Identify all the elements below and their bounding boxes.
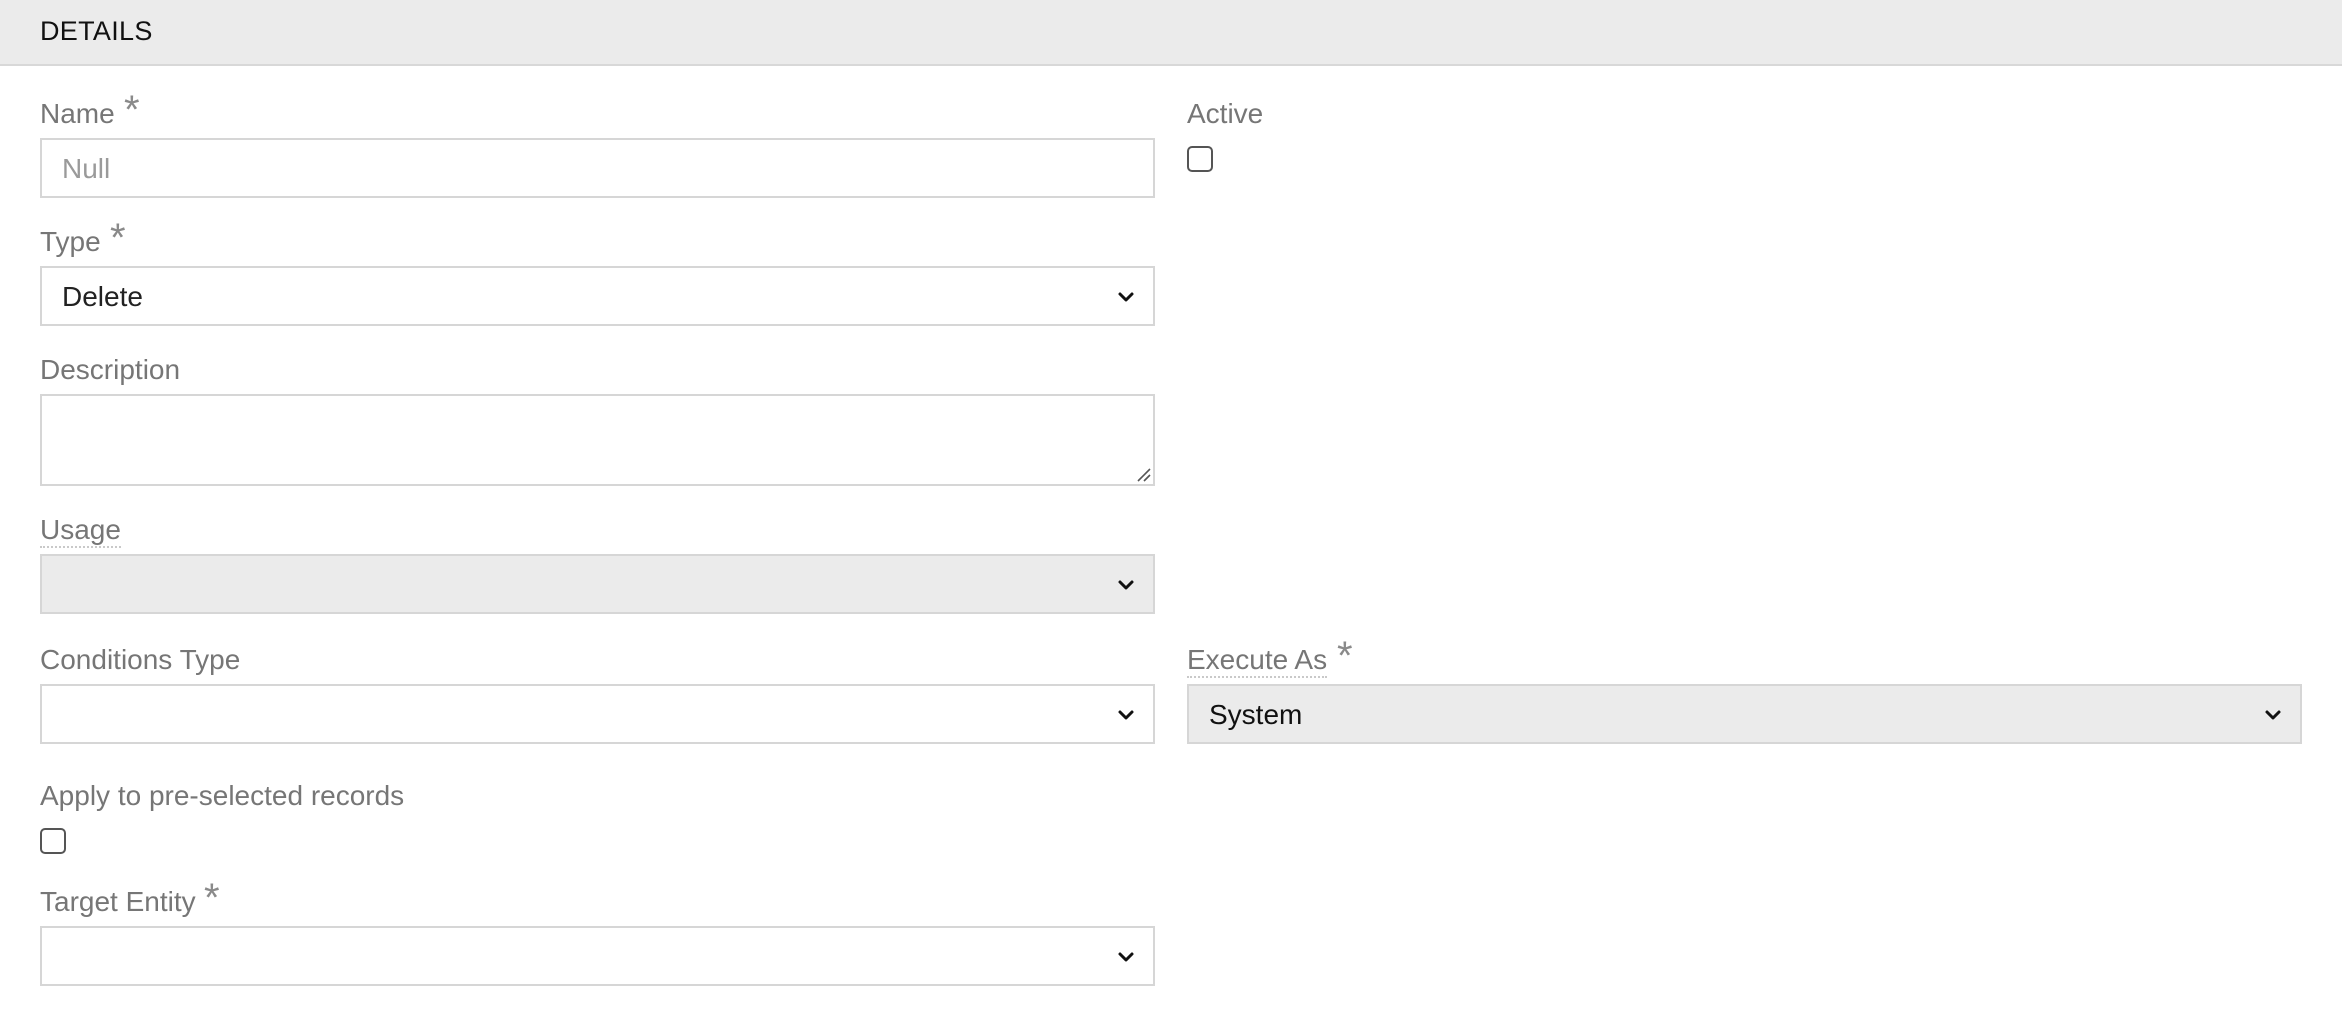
name-input-placeholder: Null [62,153,111,184]
apply-preselected-label-text: Apply to pre-selected records [40,780,405,811]
usage-select[interactable] [40,554,1155,614]
usage-label-text: Usage [40,514,121,548]
active-checkbox[interactable] [1187,146,1213,172]
execute-as-required-mark: * [1337,634,1353,678]
usage-label: Usage [40,514,121,548]
section-header: DETAILS [0,0,2342,66]
apply-preselected-checkbox[interactable] [40,828,66,854]
conditions-type-label-text: Conditions Type [40,644,241,675]
resize-grip-icon[interactable] [1135,466,1151,482]
target-entity-select[interactable] [40,926,1155,986]
target-entity-label: Target Entity [40,886,196,918]
target-entity-required-mark: * [204,876,220,920]
active-label-text: Active [1187,98,1264,129]
chevron-down-icon [1118,952,1134,962]
conditions-type-label: Conditions Type [40,644,240,676]
name-input[interactable]: Null [40,138,1155,198]
type-label-text: Type [40,226,101,257]
chevron-down-icon [1118,710,1134,720]
chevron-down-icon [2265,710,2281,720]
chevron-down-icon [1118,580,1134,590]
type-select[interactable]: Delete [40,266,1155,326]
target-entity-label-text: Target Entity [40,886,196,917]
conditions-type-select[interactable] [40,684,1155,744]
active-label: Active [1187,98,1263,130]
execute-as-label: Execute As [1187,644,1328,678]
description-label: Description [40,354,180,386]
description-label-text: Description [40,354,181,385]
type-required-mark: * [110,216,126,260]
name-label-text: Name [40,98,115,129]
chevron-down-icon [1118,292,1134,302]
section-title: DETAILS [40,16,153,46]
apply-preselected-label: Apply to pre-selected records [40,780,404,812]
execute-as-select[interactable]: System [1187,684,2302,744]
name-label: Name [40,98,115,130]
type-select-value: Delete [62,281,143,312]
description-textarea[interactable] [40,394,1155,486]
execute-as-select-value: System [1209,699,1303,730]
execute-as-label-text: Execute As [1187,644,1328,678]
name-required-mark: * [124,88,140,132]
type-label: Type [40,226,101,258]
